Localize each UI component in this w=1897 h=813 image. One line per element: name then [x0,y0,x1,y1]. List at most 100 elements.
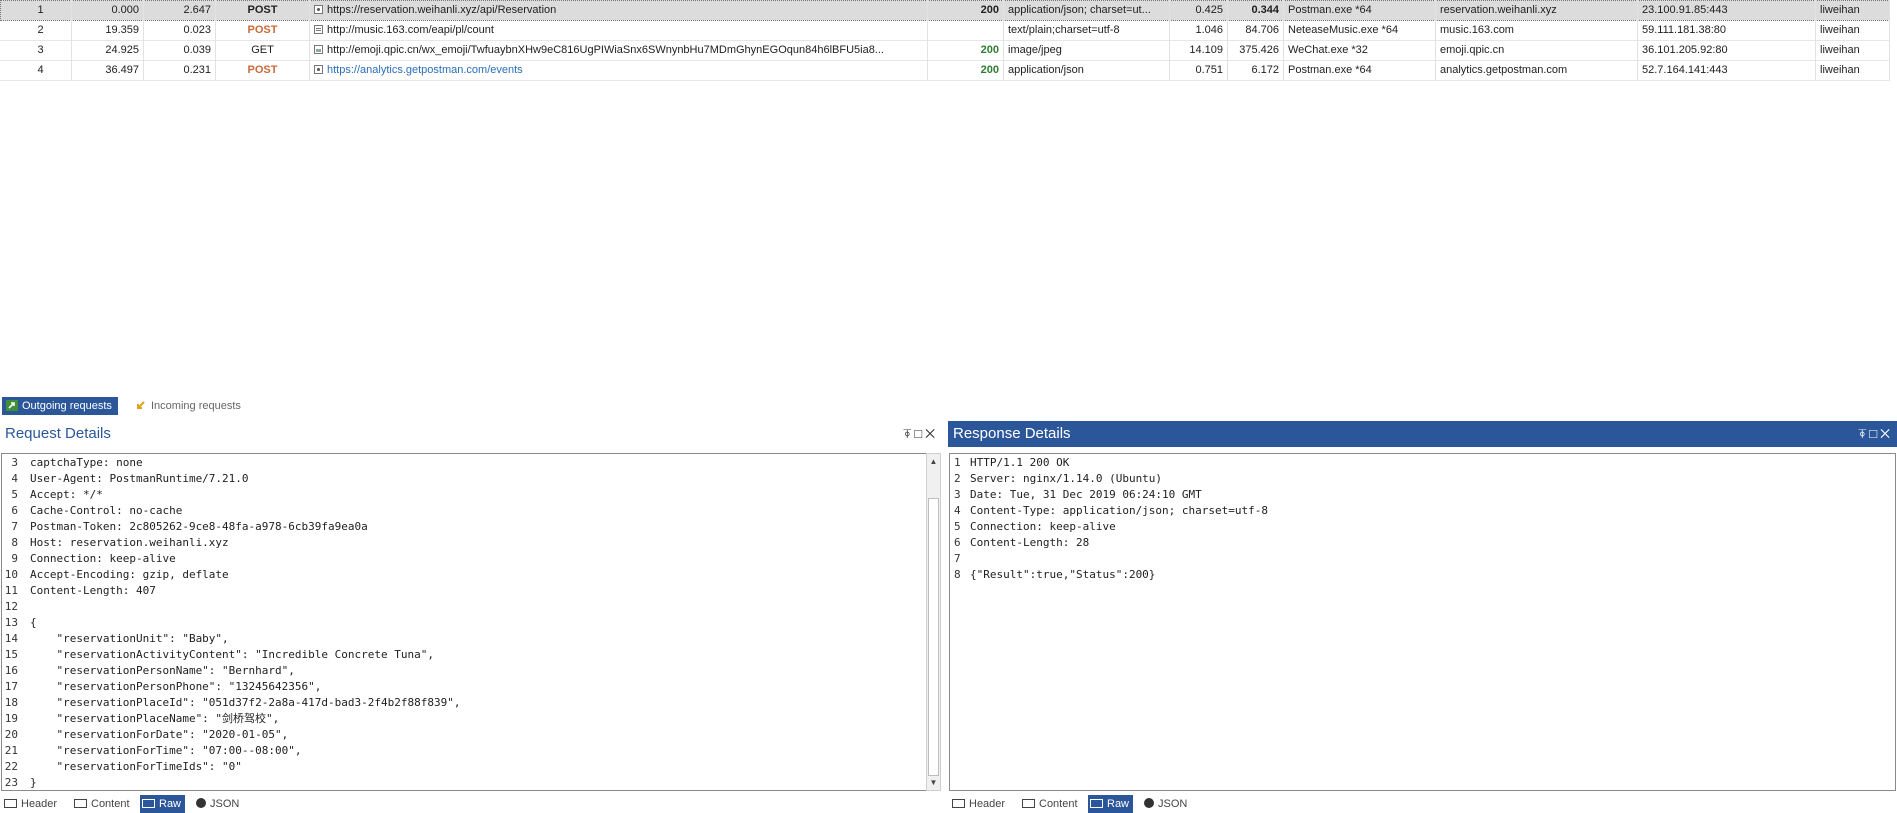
api-icon [314,5,323,14]
session-start: 19.359 [72,20,144,40]
image-file-icon [314,45,323,54]
session-row[interactable]: 1 0.000 2.647 POST https://reservation.w… [0,0,1890,21]
code-line: 23} [2,775,460,790]
line-text: Cache-Control: no-cache [30,504,183,517]
tab-request-raw[interactable]: Raw [140,795,186,813]
code-line: 15 "reservationActivityContent": "Incred… [2,647,460,663]
tab-request-json[interactable]: JSON [194,795,243,813]
session-method: GET [216,40,310,60]
line-text: Connection: keep-alive [970,520,1116,533]
tab-response-content[interactable]: Content [1020,795,1082,813]
session-user: liweihan [1816,0,1890,20]
tab-request-content[interactable]: Content [72,795,134,813]
session-user: liweihan [1816,20,1890,40]
line-text: Connection: keep-alive [30,552,176,565]
request-vertical-scrollbar[interactable]: ▲ ▼ [926,453,941,791]
api-icon [314,65,323,74]
session-upload: 0.751 [1170,60,1228,80]
scroll-up-arrow-icon[interactable]: ▲ [927,455,940,468]
line-text: "reservationForTime": "07:00--08:00", [30,744,302,757]
request-details-header: Request Details ⍕□✕ [0,421,942,447]
maximize-icon[interactable]: □ [1869,426,1880,441]
content-view-icon [1022,799,1035,808]
incoming-arrow-icon [137,401,145,409]
session-content-type: application/json; charset=ut... [1004,0,1170,20]
session-download: 0.344 [1228,0,1284,20]
session-content-type: application/json [1004,60,1170,80]
pin-icon[interactable]: ⍕ [1858,426,1869,441]
response-raw-editor[interactable]: 1 HTTP/1.1 200 OK 2 Server: nginx/1.14.0 (… [949,453,1896,791]
close-icon[interactable]: ✕ [1880,426,1893,441]
session-host: analytics.getpostman.com [1436,60,1638,80]
line-text: HTTP/1.1 200 OK [970,456,1070,469]
session-id: 1 [0,0,72,20]
pin-icon[interactable]: ⍕ [903,426,914,441]
tab-label: JSON [1158,798,1188,810]
tab-label: Content [91,798,130,810]
session-content-type: text/plain;charset=utf-8 [1004,20,1170,40]
code-line: 5 Connection: keep-alive [950,519,1268,535]
tab-response-header[interactable]: Header [950,795,1009,813]
direction-tabs: Outgoing requests Incoming requests [0,396,1897,416]
tab-response-raw[interactable]: Raw [1088,795,1134,813]
session-url-cell: https://reservation.weihanli.xyz/api/Res… [310,0,928,20]
code-line: 6 Content-Length: 28 [950,535,1268,551]
request-raw-editor[interactable]: 3 captchaType: none 4 User-Agent: PostmanR… [1,453,927,791]
line-text: Postman-Token: 2c805262-9ce8-48fa-a978-6… [30,520,368,533]
line-text: Server: nginx/1.14.0 (Ubuntu) [970,472,1163,485]
tab-response-json[interactable]: JSON [1142,795,1191,813]
scroll-down-arrow-icon[interactable]: ▼ [927,776,940,789]
close-icon[interactable]: ✕ [925,426,938,441]
line-number: 9 [11,552,18,565]
line-number: 5 [11,488,18,501]
line-number: 12 [4,600,18,613]
scrollbar-thumb[interactable] [928,498,939,776]
session-url[interactable]: https://analytics.getpostman.com/events [327,64,523,76]
session-host: reservation.weihanli.xyz [1436,0,1638,20]
line-number: 20 [4,728,18,741]
line-text: Host: reservation.weihanli.xyz [30,536,229,549]
line-number: 6 [11,504,18,517]
line-text: "reservationPersonPhone": "13245642356", [30,680,322,693]
tab-incoming-requests[interactable]: Incoming requests [131,397,247,415]
tab-label: Content [1039,798,1078,810]
tab-request-header[interactable]: Header [2,795,61,813]
line-number: 4 [954,504,961,517]
code-line: 8 {"Result":true,"Status":200} [950,567,1268,583]
session-row[interactable]: 2 19.359 0.023 POST http://music.163.com… [0,20,1890,41]
session-process: Postman.exe *64 [1284,0,1436,20]
response-details-header: Response Details ⍕□✕ [948,421,1897,447]
line-number: 3 [954,488,961,501]
tab-outgoing-requests[interactable]: Outgoing requests [2,397,118,415]
code-line: 4 Content-Type: application/json; charset… [950,503,1268,519]
session-row[interactable]: 4 36.497 0.231 POST https://analytics.ge… [0,60,1890,81]
line-number: 18 [4,696,18,709]
session-row[interactable]: 3 24.925 0.039 GET http://emoji.qpic.cn/… [0,40,1890,61]
session-url: http://emoji.qpic.cn/wx_emoji/TwfuaybnXH… [327,44,884,56]
maximize-icon[interactable]: □ [914,426,925,441]
request-code: 3 captchaType: none 4 User-Agent: PostmanR… [2,455,461,790]
line-text: "reservationPlaceId": "051d37f2-2a8a-417… [30,696,461,709]
session-duration: 2.647 [144,0,216,20]
text-file-icon [314,25,323,34]
session-url-cell: http://music.163.com/eapi/pl/count [310,20,928,40]
session-status [928,20,1004,40]
line-text: "reservationForDate": "2020-01-05", [30,728,289,741]
code-line: 17 "reservationPersonPhone": "1324564235… [2,679,460,695]
session-process: NeteaseMusic.exe *64 [1284,20,1436,40]
code-line: 21 "reservationForTime": "07:00--08:00", [2,743,460,759]
line-number: 4 [11,472,18,485]
session-upload: 1.046 [1170,20,1228,40]
code-line: 8 Host: reservation.weihanli.xyz [2,535,460,551]
session-download: 375.426 [1228,40,1284,60]
line-number: 7 [11,520,18,533]
code-line: 7 Postman-Token: 2c805262-9ce8-48fa-a978-… [2,519,460,535]
session-list[interactable]: 1 0.000 2.647 POST https://reservation.w… [0,0,1897,395]
code-line: 3 captchaType: none [2,455,460,471]
session-server-ip: 59.111.181.38:80 [1638,20,1816,40]
line-number: 22 [4,760,18,773]
code-line: 9 Connection: keep-alive [2,551,460,567]
line-number: 13 [4,616,18,629]
session-method: POST [216,20,310,40]
line-text: "reservationActivityContent": "Incredibl… [30,648,434,661]
